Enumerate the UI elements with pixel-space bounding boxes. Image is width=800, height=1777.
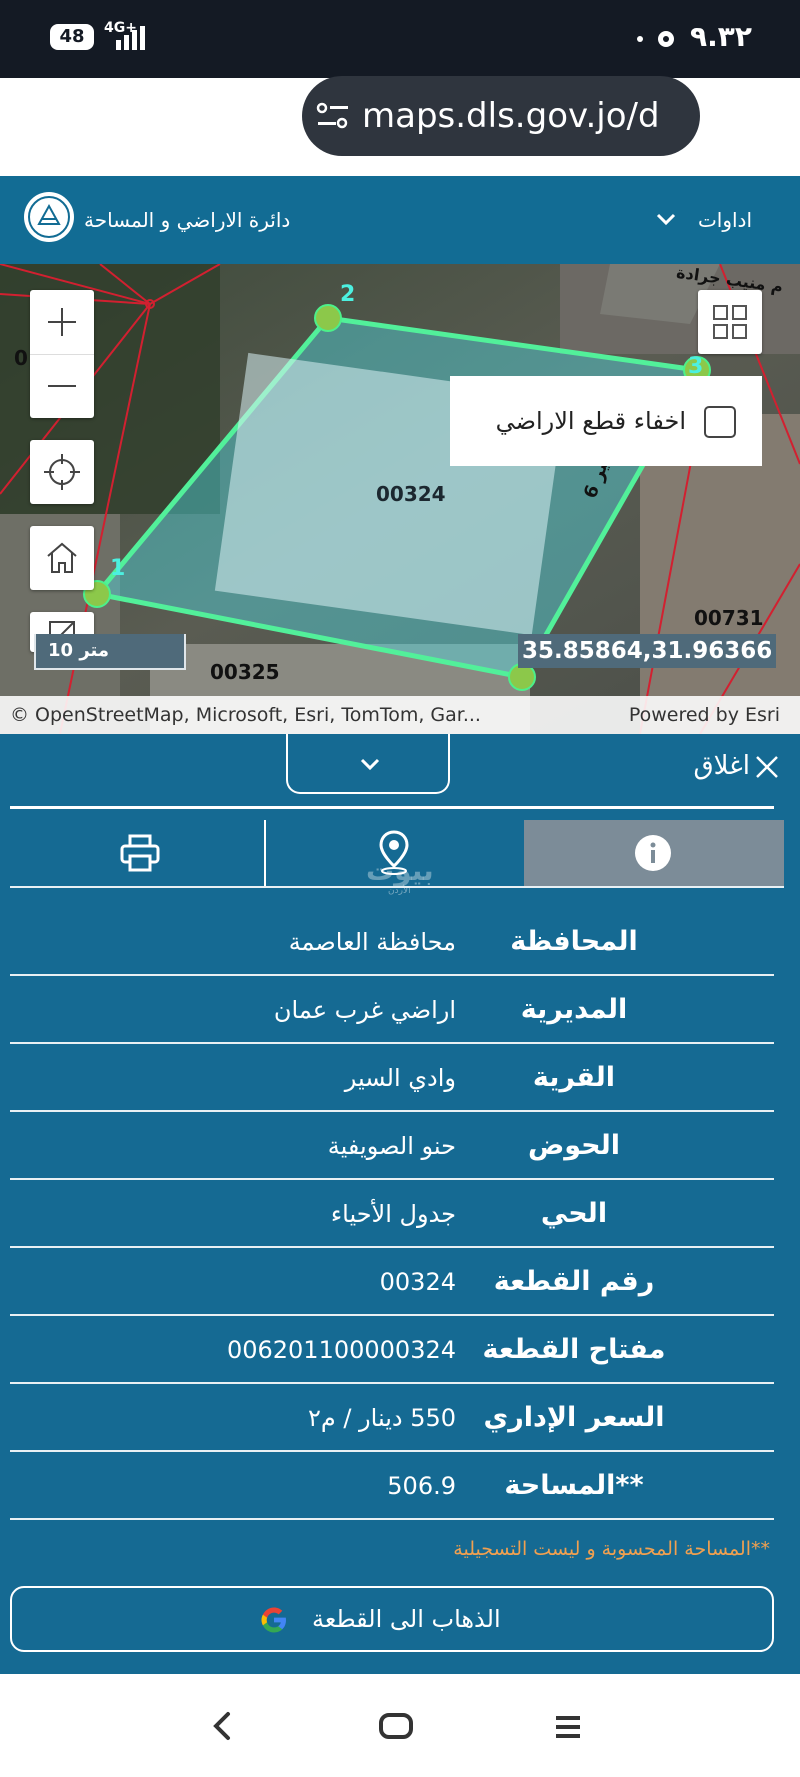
site-settings-icon[interactable] bbox=[316, 100, 350, 132]
google-g-icon bbox=[261, 1607, 286, 1633]
grid-icon bbox=[713, 305, 747, 339]
zoom-control bbox=[30, 290, 94, 418]
site-header: دائرة الاراضي و المساحة اداوات bbox=[0, 176, 800, 264]
row-value: 550 دينار / م٢ bbox=[307, 1404, 456, 1432]
zoom-out-button[interactable] bbox=[30, 354, 94, 418]
panel-tabs: بيوت الأردن bbox=[10, 820, 784, 896]
close-label: اغلاق bbox=[693, 751, 750, 781]
info-row-neighborhood: الحي جدول الأحياء bbox=[10, 1180, 774, 1248]
hide-parcels-label: اخفاء قطع الاراضي bbox=[495, 407, 686, 435]
row-label: مفتاح القطعة bbox=[482, 1334, 666, 1365]
url-text[interactable]: maps.dls.gov.jo/d bbox=[362, 76, 692, 156]
row-label: المحافظة bbox=[510, 926, 638, 957]
goto-parcel-button[interactable]: الذهاب الى القطعة bbox=[10, 1586, 774, 1652]
recents-icon[interactable] bbox=[554, 1714, 582, 1740]
chevron-down-icon bbox=[656, 213, 676, 226]
parcel-number-right[interactable]: 00731 bbox=[694, 606, 764, 630]
info-row-area: **المساحة 506.9 bbox=[10, 1452, 774, 1520]
hide-parcels-checkbox[interactable] bbox=[704, 406, 736, 438]
attribution-bar: © OpenStreetMap, Microsoft, Esri, TomTom… bbox=[0, 696, 800, 734]
tools-menu[interactable]: اداوات bbox=[656, 176, 776, 264]
row-label: القرية bbox=[532, 1062, 616, 1093]
home-button-icon[interactable] bbox=[378, 1712, 414, 1740]
collapse-button[interactable] bbox=[286, 734, 450, 794]
area-footnote: **المساحة المحسوبة و ليست التسجيلية bbox=[453, 1538, 770, 1560]
home-icon bbox=[47, 542, 77, 573]
home-extent-button[interactable] bbox=[30, 526, 94, 590]
parcel-number-main[interactable]: 00324 bbox=[376, 482, 446, 506]
row-value: 00324 bbox=[379, 1268, 456, 1296]
powered-by-esri[interactable]: Powered by Esri bbox=[629, 696, 780, 734]
row-label: **المساحة bbox=[504, 1470, 644, 1501]
info-row-admin-price: السعر الإداري 550 دينار / م٢ bbox=[10, 1384, 774, 1452]
vertex-label-2: 2 bbox=[340, 282, 356, 307]
info-row-governorate: المحافظة محافظة العاصمة bbox=[10, 908, 774, 976]
row-value: محافظة العاصمة bbox=[288, 928, 456, 956]
chevron-down-icon bbox=[360, 758, 380, 771]
row-value: وادي السير bbox=[344, 1064, 456, 1092]
tab-print[interactable] bbox=[10, 820, 266, 886]
close-panel-button[interactable]: اغلاق bbox=[670, 746, 780, 786]
row-label: الحوض bbox=[527, 1130, 621, 1161]
row-value: اراضي غرب عمان bbox=[273, 996, 456, 1024]
row-value: 506.9 bbox=[387, 1472, 456, 1500]
locate-button[interactable] bbox=[30, 440, 94, 504]
close-icon bbox=[756, 756, 778, 778]
parcel-number-bottom[interactable]: 00325 bbox=[210, 660, 280, 684]
panel-divider bbox=[10, 806, 774, 809]
site-title: دائرة الاراضي و المساحة bbox=[84, 208, 291, 232]
attribution-text[interactable]: © OpenStreetMap, Microsoft, Esri, TomTom… bbox=[10, 696, 481, 734]
info-row-parcel-key: مفتاح القطعة 006201100000324 bbox=[10, 1316, 774, 1384]
back-icon[interactable] bbox=[210, 1710, 234, 1742]
vertex-label-1: 1 bbox=[110, 556, 126, 581]
row-label: رقم القطعة bbox=[493, 1266, 655, 1297]
row-divider bbox=[10, 1518, 774, 1520]
browser-toolbar: 1 maps.dls.gov.jo/d bbox=[0, 0, 800, 176]
tab-info[interactable] bbox=[524, 820, 784, 886]
info-row-village: القرية وادي السير bbox=[10, 1044, 774, 1112]
zoom-in-button[interactable] bbox=[30, 290, 94, 355]
row-label: الحي bbox=[540, 1198, 608, 1229]
parcel-info-panel: اغلاق بيوت الأردن المحافظة محافظة العاصمة… bbox=[0, 734, 800, 1674]
crosshair-icon bbox=[44, 454, 80, 490]
tabs-count: 1 bbox=[140, 106, 154, 130]
minus-icon bbox=[48, 385, 76, 387]
new-tab-icon[interactable] bbox=[226, 98, 264, 136]
tab-location[interactable]: بيوت الأردن bbox=[266, 820, 524, 896]
left-edge-label: 0 bbox=[14, 346, 28, 370]
home-icon[interactable] bbox=[726, 96, 766, 136]
info-row-basin: الحوض حنو الصويفية bbox=[10, 1112, 774, 1180]
goto-parcel-label: الذهاب الى القطعة bbox=[312, 1605, 501, 1633]
scale-text: 10 متر bbox=[48, 640, 110, 661]
info-row-directorate: المديرية اراضي غرب عمان bbox=[10, 976, 774, 1044]
address-bar[interactable]: maps.dls.gov.jo/d bbox=[302, 76, 700, 156]
hide-parcels-toggle[interactable]: اخفاء قطع الاراضي bbox=[450, 376, 762, 466]
info-icon bbox=[635, 835, 671, 871]
system-nav-bar bbox=[0, 1674, 800, 1777]
tools-label[interactable]: اداوات bbox=[698, 176, 752, 264]
row-value: حنو الصويفية bbox=[327, 1132, 456, 1160]
tabs-button[interactable]: 1 bbox=[126, 97, 168, 139]
row-label: المديرية bbox=[520, 994, 628, 1025]
tabs-underline bbox=[10, 886, 784, 888]
row-value: جدول الأحياء bbox=[330, 1200, 456, 1228]
row-label: السعر الإداري bbox=[483, 1402, 665, 1433]
row-value: 006201100000324 bbox=[226, 1336, 456, 1364]
info-row-parcel-number: رقم القطعة 00324 bbox=[10, 1248, 774, 1316]
dls-logo bbox=[24, 192, 74, 242]
basemap-gallery-button[interactable] bbox=[698, 290, 762, 354]
map-view[interactable]: 1 2 3 00324 00325 00731 عمر البناشير 6 م… bbox=[0, 264, 800, 734]
watermark-logo: بيوت bbox=[366, 854, 434, 887]
printer-icon bbox=[120, 834, 160, 872]
cursor-coordinates: 35.85864,31.96366 bbox=[518, 634, 777, 668]
plus-icon bbox=[48, 308, 76, 336]
scale-bar: 10 متر bbox=[34, 634, 186, 670]
menu-dots-icon[interactable] bbox=[38, 96, 58, 136]
